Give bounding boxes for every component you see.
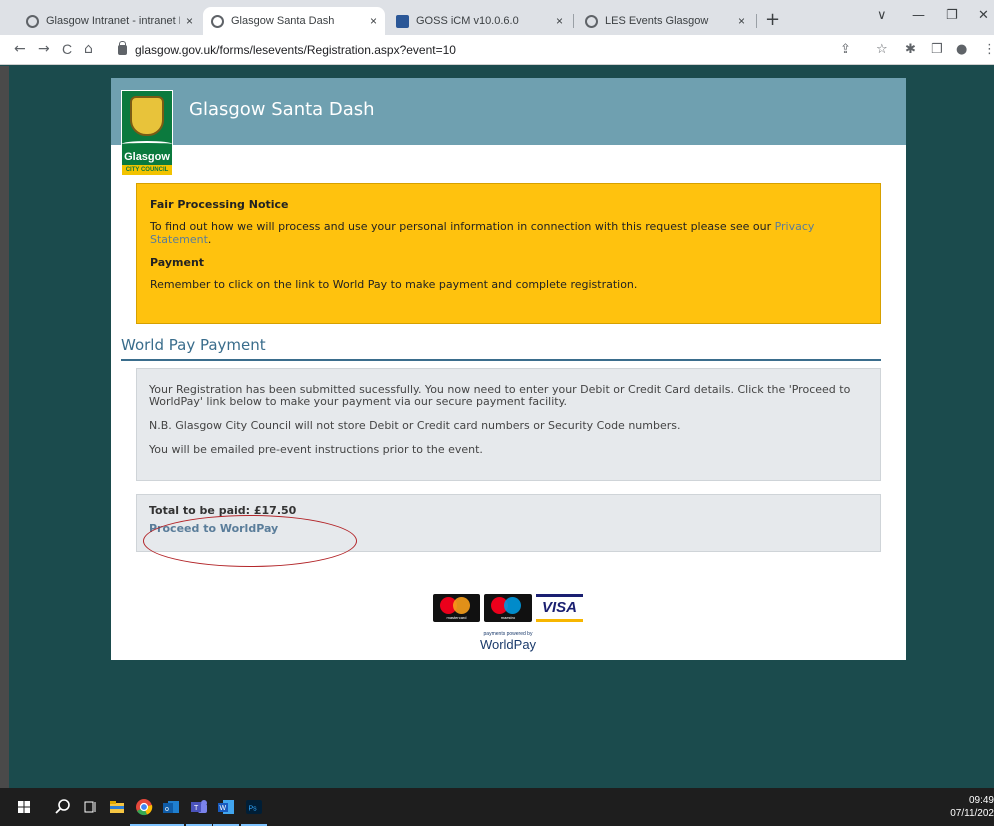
info-paragraph: You will be emailed pre-event instructio…	[149, 443, 483, 456]
close-icon[interactable]: ×	[370, 14, 377, 28]
wave-icon	[122, 141, 172, 147]
teams-icon[interactable]: T	[189, 797, 209, 817]
lock-icon[interactable]	[118, 41, 127, 55]
glasgow-city-council-logo[interactable]: Glasgow CITY COUNCIL	[121, 90, 173, 176]
svg-text:T: T	[194, 805, 199, 812]
extensions-icon[interactable]: ✱	[905, 42, 916, 57]
reload-button[interactable]: C	[62, 41, 72, 57]
goss-icon	[396, 14, 409, 28]
payment-title: Payment	[150, 256, 205, 269]
logo-subtitle: CITY COUNCIL	[122, 165, 172, 175]
profile-icon[interactable]: ●	[956, 42, 967, 57]
tab-separator	[573, 14, 574, 28]
svg-text:o: o	[165, 806, 169, 813]
close-icon[interactable]: ×	[186, 14, 193, 28]
home-button[interactable]: ⌂	[84, 41, 93, 57]
section-heading: World Pay Payment	[121, 336, 881, 361]
logo-name: Glasgow	[124, 151, 170, 163]
mastercard-logo: mastercard	[433, 594, 480, 622]
crest-icon	[130, 96, 164, 136]
site-header: Glasgow Santa Dash	[111, 78, 906, 145]
payment-text: Remember to click on the link to World P…	[150, 278, 638, 291]
photoshop-icon[interactable]: Ps	[244, 797, 264, 817]
tab-search-button[interactable]: ∨	[877, 8, 887, 23]
outlook-icon[interactable]: o	[161, 797, 181, 817]
url-text: glasgow.gov.uk/forms/lesevents/Registrat…	[135, 43, 456, 57]
info-paragraph: Your Registration has been submitted suc…	[149, 383, 851, 408]
clock-date: 07/11/202	[950, 808, 994, 819]
globe-icon	[26, 14, 39, 28]
svg-text:W: W	[220, 805, 227, 812]
payment-logos: mastercard maestro VISA payments powered…	[433, 590, 583, 656]
maximize-button[interactable]: ❐	[946, 8, 958, 23]
tab-glasgow-intranet[interactable]: Glasgow Intranet - intranet Hom ×	[18, 7, 201, 35]
back-button[interactable]: ←	[14, 41, 26, 57]
tab-santa-dash[interactable]: Glasgow Santa Dash ×	[203, 7, 385, 35]
chrome-icon[interactable]	[134, 797, 154, 817]
windows-start-icon[interactable]	[14, 797, 34, 817]
clock-time: 09:49	[968, 795, 994, 806]
new-tab-button[interactable]: +	[765, 9, 780, 30]
globe-icon	[585, 14, 598, 28]
maestro-logo: maestro	[484, 594, 532, 622]
side-panel-icon[interactable]: ❒	[931, 42, 943, 57]
menu-icon[interactable]: ⋮	[983, 42, 994, 57]
tab-label: LES Events Glasgow	[605, 15, 709, 27]
address-toolbar: ← → C ⌂ glasgow.gov.uk/forms/lesevents/R…	[0, 35, 994, 65]
notice-text: To find out how we will process and use …	[150, 220, 815, 246]
notice-title: Fair Processing Notice	[150, 198, 289, 211]
fair-processing-notice: Fair Processing Notice To find out how w…	[136, 183, 881, 324]
globe-icon	[211, 14, 224, 28]
tab-label: Glasgow Intranet - intranet Hom	[46, 15, 180, 27]
bookmark-star-icon[interactable]: ☆	[876, 42, 888, 57]
visa-logo: VISA	[536, 594, 583, 622]
windows-taskbar: o T W Ps 09:49 07/11/202	[0, 788, 994, 826]
registration-info-box: Your Registration has been submitted suc…	[136, 368, 881, 481]
minimize-button[interactable]: —	[912, 8, 925, 23]
system-clock[interactable]: 09:49 07/11/202	[939, 794, 994, 820]
info-paragraph: N.B. Glasgow City Council will not store…	[149, 419, 681, 432]
close-icon[interactable]: ×	[738, 14, 745, 28]
tab-les-events[interactable]: LES Events Glasgow ×	[577, 7, 753, 35]
tab-goss-icm[interactable]: GOSS iCM v10.0.6.0 ×	[388, 7, 571, 35]
browser-tab-bar: Glasgow Intranet - intranet Hom × Glasgo…	[0, 0, 994, 35]
search-icon[interactable]	[53, 797, 73, 817]
annotation-circle	[143, 515, 357, 567]
task-view-icon[interactable]	[80, 797, 100, 817]
word-icon[interactable]: W	[216, 797, 236, 817]
close-window-button[interactable]: ✕	[978, 8, 989, 23]
share-icon[interactable]: ⇪	[840, 42, 851, 57]
page-container: Glasgow Santa Dash Glasgow CITY COUNCIL …	[111, 78, 906, 660]
file-explorer-icon[interactable]	[107, 797, 127, 817]
url-bar[interactable]: glasgow.gov.uk/forms/lesevents/Registrat…	[110, 39, 810, 61]
tab-label: Glasgow Santa Dash	[231, 15, 335, 27]
forward-button[interactable]: →	[38, 41, 50, 57]
payment-box: Total to be paid: £17.50 Proceed to Worl…	[136, 494, 881, 567]
page-title: Glasgow Santa Dash	[189, 99, 375, 120]
tab-label: GOSS iCM v10.0.6.0	[416, 15, 519, 27]
tab-separator	[756, 14, 757, 28]
close-icon[interactable]: ×	[556, 14, 563, 28]
worldpay-logo: WorldPay	[479, 637, 537, 652]
svg-text:Ps: Ps	[249, 806, 258, 813]
window-left-edge	[0, 66, 9, 788]
